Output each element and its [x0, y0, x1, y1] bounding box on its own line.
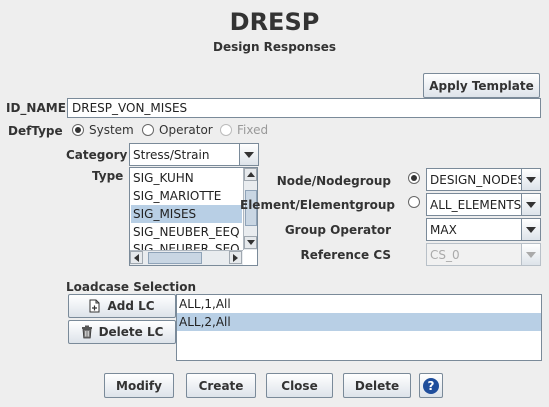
node-nodegroup-label: Node/Nodegroup [276, 174, 391, 188]
radio-unselected-icon [142, 124, 154, 136]
loadcase-list-item[interactable]: ALL,1,All [177, 295, 541, 313]
delete-lc-button[interactable]: Delete LC [68, 320, 176, 344]
category-label: Category [66, 148, 128, 162]
reference-cs-combo: CS_0 [426, 243, 541, 266]
loadcase-list-item-selected[interactable]: ALL,2,All [177, 313, 541, 331]
element-elementgroup-label: Element/Elementgroup [240, 198, 396, 212]
reference-cs-label: Reference CS [300, 248, 391, 262]
group-operator-combo[interactable]: MAX [426, 218, 541, 241]
type-list-item[interactable]: SIG_NEUBER_EEQ [131, 223, 242, 241]
node-nodegroup-value: DESIGN_NODES [430, 172, 526, 187]
id-name-field[interactable]: DRESP_VON_MISES [67, 98, 541, 118]
scroll-right-icon[interactable] [229, 251, 242, 264]
close-button[interactable]: Close [266, 373, 333, 398]
type-list-item[interactable]: SIG_KUHN [131, 169, 242, 187]
page-subtitle: Design Responses [213, 40, 336, 54]
element-elementgroup-combo[interactable]: ALL_ELEMENTS [426, 193, 541, 216]
add-lc-button[interactable]: Add LC [68, 294, 176, 318]
chevron-down-icon[interactable] [521, 219, 540, 240]
radio-unselected-icon [220, 124, 232, 136]
add-document-icon [89, 299, 100, 313]
delete-lc-label: Delete LC [98, 325, 164, 339]
trash-icon [81, 325, 92, 339]
scroll-left-icon[interactable] [130, 251, 143, 264]
reference-cs-value: CS_0 [430, 247, 460, 262]
deftype-label: DefType [8, 124, 63, 138]
loadcase-selection-label: Loadcase Selection [66, 280, 197, 294]
type-list-item-selected[interactable]: SIG_MISES [131, 205, 242, 223]
radio-selected-icon [72, 124, 84, 136]
group-operator-value: MAX [430, 222, 457, 237]
type-label: Type [92, 169, 124, 183]
node-nodegroup-combo[interactable]: DESIGN_NODES [426, 168, 541, 191]
deftype-operator-radio[interactable]: Operator [142, 123, 213, 137]
group-operator-label: Group Operator [284, 223, 391, 237]
apply-template-button[interactable]: Apply Template [423, 73, 540, 98]
id-name-label: ID_NAME [6, 101, 66, 115]
category-value: Stress/Strain [133, 147, 210, 162]
chevron-down-icon [521, 244, 540, 265]
type-list-item[interactable]: SIG_MARIOTTE [131, 187, 242, 205]
type-horizontal-scrollbar[interactable] [130, 250, 243, 265]
element-elementgroup-value: ALL_ELEMENTS [430, 197, 522, 212]
radio-selected-icon [408, 172, 420, 184]
deftype-system-label: System [89, 123, 134, 137]
deftype-operator-label: Operator [159, 123, 213, 137]
radio-unselected-icon [408, 196, 420, 208]
deftype-system-radio[interactable]: System [72, 123, 134, 137]
type-list[interactable]: SIG_KUHN SIG_MARIOTTE SIG_MISES SIG_NEUB… [129, 167, 258, 266]
deftype-fixed-label: Fixed [237, 123, 269, 137]
help-icon: ? [423, 377, 439, 394]
category-combo[interactable]: Stress/Strain [129, 143, 259, 166]
delete-button[interactable]: Delete [343, 373, 411, 398]
page-title: DRESP [229, 8, 320, 36]
loadcase-list[interactable]: ALL,1,All ALL,2,All [176, 294, 542, 361]
chevron-down-icon[interactable] [521, 169, 540, 190]
deftype-fixed-radio: Fixed [220, 123, 268, 137]
element-elementgroup-radio[interactable] [408, 196, 420, 208]
node-nodegroup-radio[interactable] [408, 172, 420, 184]
add-lc-label: Add LC [107, 299, 155, 313]
create-button[interactable]: Create [186, 373, 256, 398]
scroll-thumb[interactable] [148, 252, 202, 264]
help-button[interactable]: ? [419, 373, 443, 398]
type-list-item[interactable]: SIG_NEUBER_SEQ [131, 240, 242, 250]
modify-button[interactable]: Modify [104, 373, 174, 398]
chevron-down-icon[interactable] [521, 194, 540, 215]
chevron-down-icon[interactable] [239, 144, 258, 165]
